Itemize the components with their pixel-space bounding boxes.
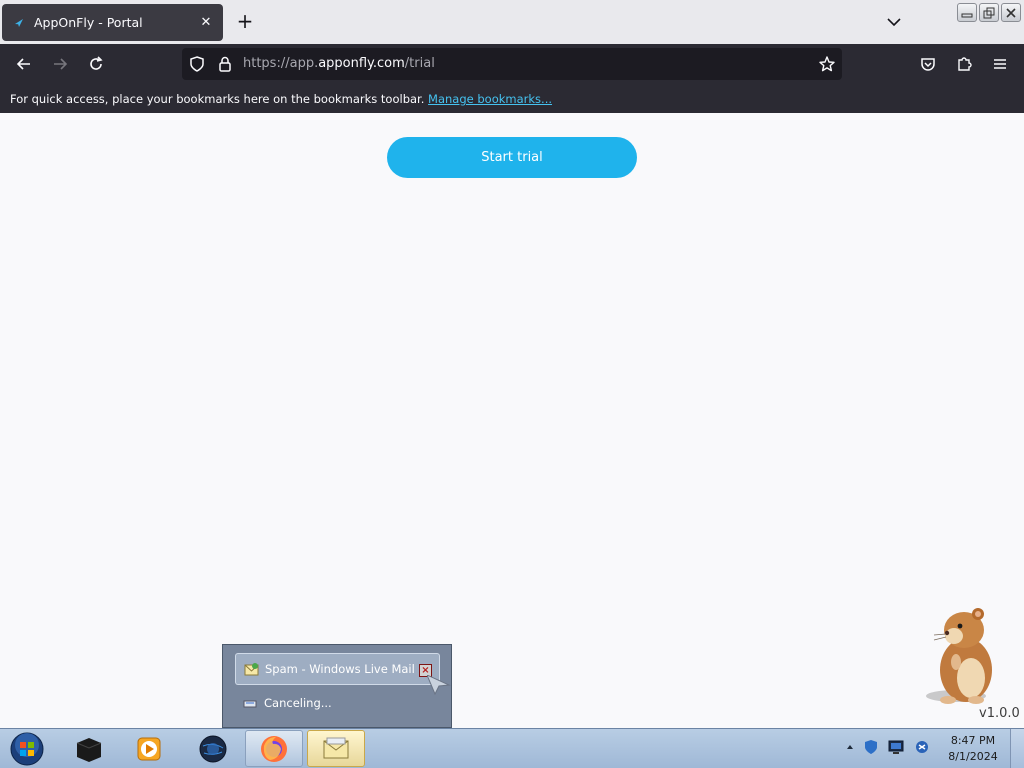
taskbar-media-player[interactable] — [120, 730, 178, 767]
media-player-icon — [137, 737, 161, 760]
url-domain: apponfly.com — [318, 56, 405, 71]
back-arrow-icon — [16, 58, 30, 70]
url-bar[interactable]: https://app.apponfly.com/trial — [182, 48, 842, 80]
start-orb-icon[interactable] — [8, 731, 46, 767]
close-window-button[interactable] — [1001, 3, 1021, 22]
hamster-icon[interactable] — [916, 600, 1010, 710]
app-menu-button[interactable] — [989, 53, 1011, 75]
browser-tab-apponfly[interactable]: AppOnFly - Portal ✕ — [2, 4, 223, 41]
windows-live-mail-icon — [323, 737, 349, 758]
clock-time: 8:47 PM — [950, 734, 996, 747]
puzzle-piece-icon — [958, 57, 972, 71]
list-all-tabs-chevron-icon[interactable] — [885, 13, 903, 31]
system-tray — [845, 739, 931, 755]
extensions-button[interactable] — [953, 53, 975, 75]
restore-icon — [983, 7, 995, 18]
close-icon — [1006, 7, 1016, 18]
show-desktop-button[interactable] — [1010, 729, 1024, 768]
pocket-button[interactable] — [917, 53, 939, 75]
window-controls — [957, 3, 1021, 22]
popup-item-canceling[interactable]: Canceling... — [243, 694, 332, 712]
tracking-protection-shield-icon[interactable] — [188, 55, 206, 73]
manage-bookmarks-link[interactable]: Manage bookmarks... — [428, 92, 552, 106]
reload-icon — [90, 56, 103, 70]
minimize-icon — [961, 13, 973, 17]
bookmark-star-icon[interactable] — [818, 55, 836, 73]
forward-arrow-icon — [54, 58, 68, 70]
hamburger-menu-icon — [994, 59, 1006, 69]
tab-title: AppOnFly - Portal — [34, 15, 143, 30]
cursor-arrow-icon — [427, 675, 451, 695]
network-monitor-icon[interactable] — [887, 739, 905, 755]
start-trial-button[interactable]: Start trial — [387, 137, 637, 178]
popup-item-spam-mail[interactable]: Spam - Windows Live Mail — [235, 653, 440, 685]
taskbar-terminal[interactable] — [60, 730, 118, 767]
firefox-icon — [261, 735, 287, 762]
tab-close-icon[interactable]: ✕ — [199, 15, 213, 30]
lock-icon[interactable] — [216, 55, 234, 73]
url-text[interactable]: https://app.apponfly.com/trial — [243, 56, 435, 71]
terminal-icon — [76, 737, 102, 762]
browser-tab-bar: AppOnFly - Portal ✕ + — [0, 0, 1024, 44]
taskbar-globe-app[interactable] — [184, 730, 242, 767]
browser-nav-bar: https://app.apponfly.com/trial — [0, 44, 1024, 84]
minimize-button[interactable] — [957, 3, 977, 22]
bookmarks-toolbar: For quick access, place your bookmarks h… — [0, 84, 1024, 113]
back-button[interactable] — [13, 53, 35, 75]
show-hidden-icons-icon[interactable] — [845, 742, 855, 752]
page-content: Start trial — [0, 113, 1024, 728]
windows-live-mail-icon — [244, 662, 259, 677]
forward-button[interactable] — [49, 53, 71, 75]
taskbar-windows-live-mail[interactable] — [307, 730, 365, 767]
pocket-icon — [921, 58, 935, 71]
new-tab-button[interactable]: + — [234, 10, 256, 32]
apponfly-favicon-icon — [15, 18, 23, 27]
security-shield-icon[interactable] — [863, 739, 879, 755]
volume-speaker-icon[interactable] — [913, 739, 931, 755]
popup-item-canceling-label: Canceling... — [264, 696, 332, 710]
reload-button[interactable] — [85, 53, 107, 75]
restore-button[interactable] — [979, 3, 999, 22]
url-path: /trial — [404, 56, 435, 71]
bookmarks-hint-text: For quick access, place your bookmarks h… — [10, 92, 425, 106]
send-receive-icon — [243, 696, 258, 711]
taskbar-firefox[interactable] — [245, 730, 303, 767]
system-clock[interactable]: 8:47 PM 8/1/2024 — [938, 733, 1008, 765]
windows-taskbar: 8:47 PM 8/1/2024 — [0, 728, 1024, 768]
taskbar-jump-popup: Spam - Windows Live Mail × Canceling... — [222, 644, 452, 728]
url-prefix: https://app. — [243, 56, 319, 71]
gadget-version-label: v1.0.0 — [979, 706, 1020, 721]
globe-icon — [199, 735, 227, 762]
popup-item-spam-label: Spam - Windows Live Mail — [265, 662, 415, 676]
clock-date: 8/1/2024 — [948, 750, 998, 763]
